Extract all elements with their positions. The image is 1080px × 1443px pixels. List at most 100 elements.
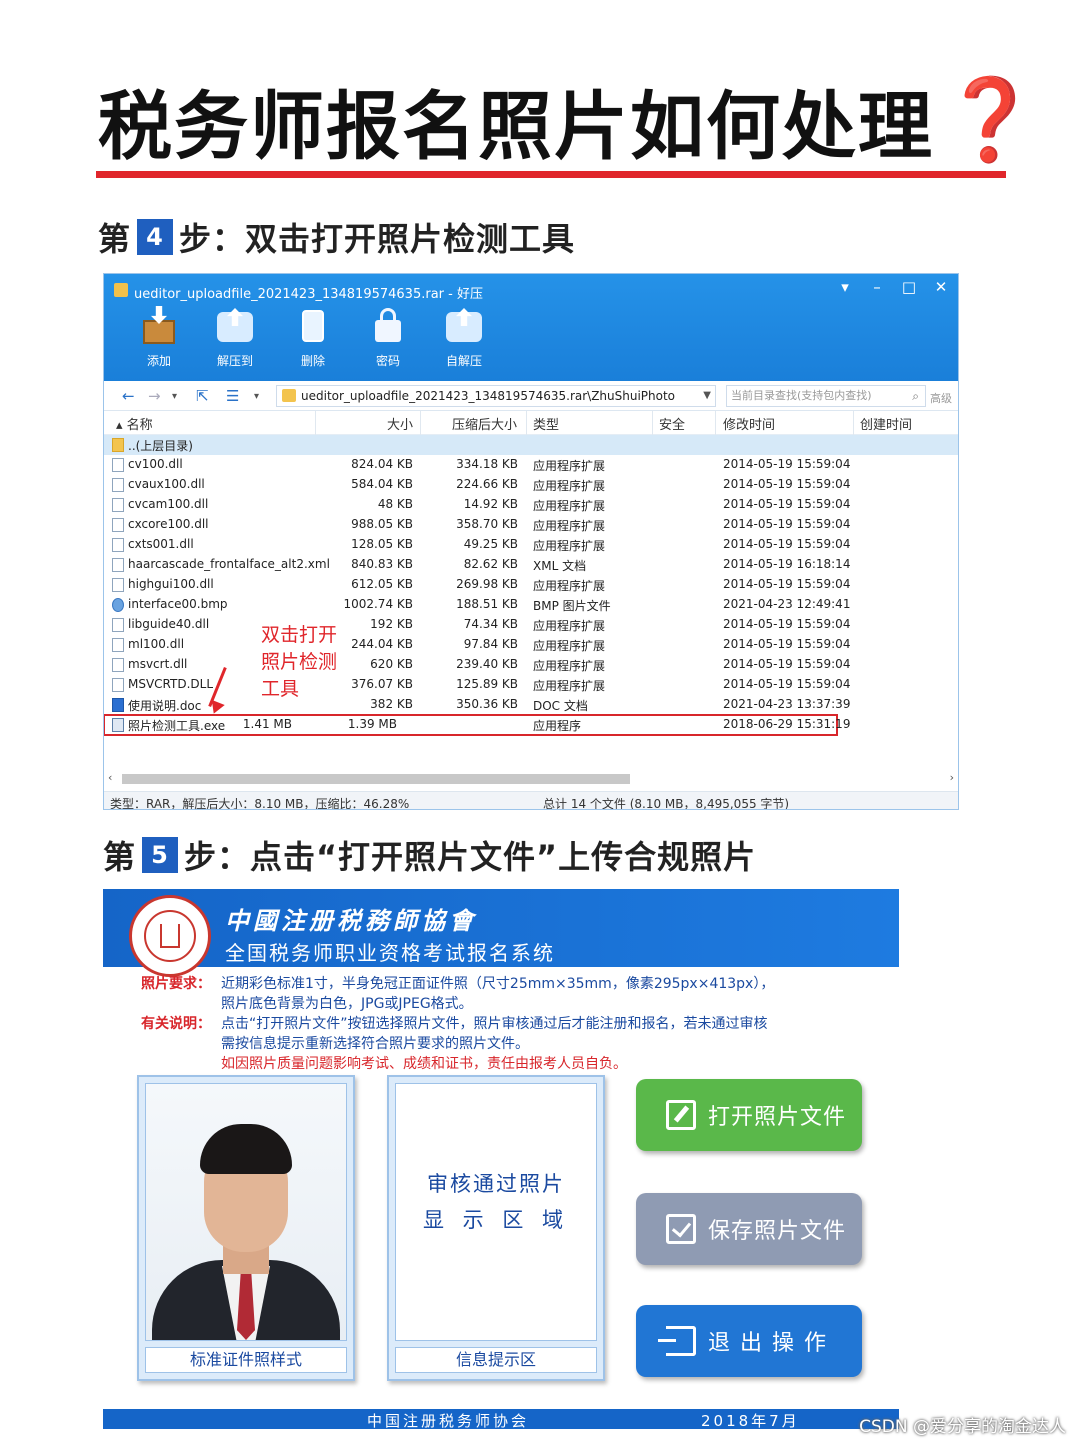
- archive-window: ueditor_uploadfile_2021423_134819574635.…: [103, 273, 959, 810]
- sample-photo-caption: 标准证件照样式: [145, 1347, 347, 1373]
- step-4-text: 步：双击打开照片检测工具: [179, 220, 576, 258]
- page: 税务师报名照片如何处理 ❓ 第 4 步：双击打开照片检测工具 ueditor_u…: [0, 0, 1080, 1443]
- toolbar-extract-label: 解压到: [216, 354, 253, 368]
- file-compressed-size: 1.39 MB: [347, 717, 397, 731]
- file-row[interactable]: 使用说明.doc 382 KB 350.36 KB DOC 文档 2021-04-23 …: [104, 695, 958, 715]
- file-compressed-size: 125.89 KB: [456, 677, 518, 691]
- history-dropdown-icon[interactable]: ▾: [172, 391, 177, 402]
- file-name: libguide40.dll: [128, 617, 210, 631]
- association-name: 中國注册税務師協會: [225, 906, 477, 935]
- open-photo-file-button[interactable]: 打开照片文件: [636, 1079, 862, 1151]
- exit-label: 退出操作: [708, 1331, 837, 1356]
- file-type: 应用程序扩展: [533, 499, 606, 513]
- instructions-line-1: 点击“打开照片文件”按钮选择照片文件，照片审核通过后才能注册和报名，若未通过审核: [221, 1016, 768, 1032]
- requirements-label: 照片要求：: [141, 976, 211, 992]
- file-row[interactable]: cxcore100.dll 988.05 KB 358.70 KB 应用程序扩展 201…: [104, 515, 958, 535]
- column-created[interactable]: 创建时间: [860, 414, 912, 433]
- exit-button[interactable]: 退出操作: [636, 1305, 862, 1377]
- menu-icon[interactable]: ▾: [836, 278, 854, 296]
- requirements-line-1: 近期彩色标准1寸，半身免冠正面证件照（尺寸25mm×35mm，像素295px×4…: [221, 976, 775, 992]
- step-5-heading: 第 5 步：点击“打开照片文件”上传合规照片: [103, 832, 756, 878]
- view-list-icon[interactable]: ☰: [226, 387, 239, 405]
- column-modified[interactable]: 修改时间: [723, 414, 775, 433]
- file-row[interactable]: msvcrt.dll 620 KB 239.40 KB 应用程序扩展 2014-05-1…: [104, 655, 958, 675]
- file-name: highgui100.dll: [128, 577, 214, 591]
- toolbar-password-button[interactable]: 密码: [360, 306, 416, 369]
- path-dropdown-icon[interactable]: ▼: [703, 386, 711, 406]
- instructions-line-2: 需按信息提示重新选择符合照片要求的照片文件。: [221, 1036, 529, 1052]
- page-title-text: 税务师报名照片如何处理: [98, 83, 934, 170]
- file-size: 988.05 KB: [351, 517, 413, 531]
- parent-directory-row[interactable]: ..(上层目录): [104, 435, 958, 455]
- folder-icon: [112, 438, 124, 452]
- annotation-line-3: 工具: [261, 678, 300, 700]
- toolbar-delete-button[interactable]: 删除: [285, 306, 341, 369]
- column-size[interactable]: 大小: [387, 414, 413, 433]
- file-type: 应用程序扩展: [533, 539, 606, 553]
- file-row[interactable]: cvcam100.dll 48 KB 14.92 KB 应用程序扩展 2014-05-1…: [104, 495, 958, 515]
- dll-file-icon: [112, 618, 124, 632]
- file-type: 应用程序扩展: [533, 459, 606, 473]
- horizontal-scrollbar[interactable]: ‹ ›: [104, 771, 958, 787]
- column-security[interactable]: 安全: [659, 414, 685, 433]
- scrollbar-thumb[interactable]: [122, 774, 630, 784]
- status-archive-info: 类型：RAR，解压后大小：8.10 MB，压缩比：46.28%: [110, 797, 410, 810]
- file-modified-time: 2014-05-19 15:59:04: [723, 477, 851, 491]
- file-row[interactable]: 照片检测工具.exe 1.41 MB 1.39 MB 应用程序 2018-06-29 1…: [104, 714, 850, 736]
- up-folder-icon[interactable]: ⇱: [196, 387, 209, 405]
- file-row[interactable]: MSVCRTD.DLL 376.07 KB 125.89 KB 应用程序扩展 2014-…: [104, 675, 958, 695]
- view-dropdown-icon[interactable]: ▾: [254, 391, 259, 402]
- edit-icon: [666, 1100, 696, 1130]
- column-compressed-size[interactable]: 压缩后大小: [452, 414, 517, 433]
- advanced-search-link[interactable]: 高级: [930, 390, 952, 406]
- file-row[interactable]: libguide40.dll 192 KB 74.34 KB 应用程序扩展 2014-0…: [104, 615, 958, 635]
- file-modified-time: 2021-04-23 13:37:39: [723, 697, 851, 711]
- toolbar-sfx-button[interactable]: 自解压: [436, 306, 492, 369]
- file-modified-time: 2014-05-19 15:59:04: [723, 457, 851, 471]
- back-icon[interactable]: ←: [122, 387, 135, 405]
- column-name[interactable]: ▴ 名称: [116, 414, 153, 433]
- file-type: 应用程序扩展: [533, 639, 606, 653]
- file-compressed-size: 97.84 KB: [463, 637, 518, 651]
- file-row[interactable]: haarcascade_frontalface_alt2.xml 840.83 K…: [104, 555, 958, 575]
- step-5-text: 步：点击“打开照片文件”上传合规照片: [184, 838, 757, 876]
- footer-date: 2018年7月: [701, 1412, 800, 1429]
- annotation-text: 双击打开 照片检测 工具: [261, 622, 337, 703]
- file-row[interactable]: interface00.bmp 1002.74 KB 188.51 KB BMP 图片…: [104, 595, 958, 615]
- file-row[interactable]: cvaux100.dll 584.04 KB 224.66 KB 应用程序扩展 2014…: [104, 475, 958, 495]
- maximize-icon[interactable]: □: [900, 278, 918, 296]
- xml-file-icon: [112, 558, 124, 572]
- self-extract-icon: [444, 306, 484, 346]
- file-modified-time: 2014-05-19 15:59:04: [723, 517, 851, 531]
- search-input[interactable]: 当前目录查找(支持包内查找) ⌕: [726, 385, 926, 407]
- file-modified-time: 2014-05-19 15:59:04: [723, 497, 851, 511]
- search-icon[interactable]: ⌕: [912, 386, 919, 406]
- toolbar-extract-button[interactable]: 解压到: [207, 306, 263, 369]
- file-name: cvaux100.dll: [128, 477, 205, 491]
- save-photo-file-button[interactable]: 保存照片文件: [636, 1193, 862, 1265]
- file-name: msvcrt.dll: [128, 657, 188, 671]
- file-type: 应用程序: [533, 719, 582, 733]
- file-type: BMP 图片文件: [533, 599, 611, 613]
- file-name: haarcascade_frontalface_alt2.xml: [128, 557, 330, 571]
- file-modified-time: 2014-05-19 15:59:04: [723, 577, 851, 591]
- minimize-icon[interactable]: –: [868, 278, 886, 296]
- file-row[interactable]: ml100.dll 244.04 KB 97.84 KB 应用程序扩展 2014-05-…: [104, 635, 958, 655]
- forward-icon[interactable]: →: [148, 387, 161, 405]
- file-row[interactable]: cv100.dll 824.04 KB 334.18 KB 应用程序扩展 2014-05…: [104, 455, 958, 475]
- column-type[interactable]: 类型: [533, 414, 559, 433]
- file-row[interactable]: highgui100.dll 612.05 KB 269.98 KB 应用程序扩展 20…: [104, 575, 958, 595]
- scroll-left-icon[interactable]: ‹: [108, 771, 112, 784]
- file-modified-time: 2021-04-23 12:49:41: [723, 597, 851, 611]
- path-input[interactable]: ueditor_uploadfile_2021423_134819574635.…: [276, 385, 716, 407]
- file-row[interactable]: cxts001.dll 128.05 KB 49.25 KB 应用程序扩展 2014-0…: [104, 535, 958, 555]
- checkbox-icon: [666, 1214, 696, 1244]
- file-modified-time: 2014-05-19 15:59:04: [723, 637, 851, 651]
- review-area-line-1: 审核通过照片: [427, 1172, 565, 1196]
- file-modified-time: 2014-05-19 15:59:04: [723, 657, 851, 671]
- close-icon[interactable]: ✕: [932, 278, 950, 296]
- file-type: XML 文档: [533, 559, 587, 573]
- toolbar-add-button[interactable]: 添加: [131, 306, 187, 369]
- scroll-right-icon[interactable]: ›: [950, 771, 954, 784]
- instructions-label: 有关说明：: [141, 1016, 211, 1032]
